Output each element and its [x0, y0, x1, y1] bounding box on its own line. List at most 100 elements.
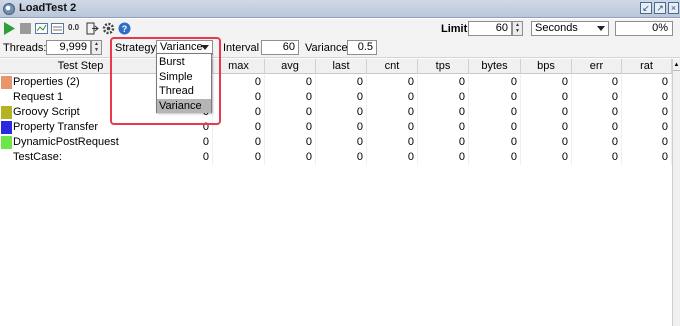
test-step-name: Request 1	[13, 91, 64, 103]
table-cell: 0	[572, 120, 622, 135]
table-cell: 0	[367, 120, 418, 135]
strategy-label: Strategy	[115, 42, 156, 54]
options-icon[interactable]	[102, 22, 115, 35]
variance-input[interactable]: 0.5	[347, 40, 377, 55]
strategy-dropdown-list: Burst Simple Thread Variance	[156, 53, 212, 113]
limit-unit-select[interactable]: Seconds	[531, 21, 609, 36]
table-cell: 0	[622, 120, 672, 135]
scroll-up-icon[interactable]: ▲	[673, 59, 680, 71]
strategy-value: Variance	[160, 41, 203, 53]
column-header[interactable]: avg	[265, 59, 316, 74]
table-row[interactable]: DynamicPostRequest 0 0 0 0 0 0 0 0 0 0	[0, 135, 672, 150]
table-cell: 0	[572, 105, 622, 120]
table-cell: 0	[316, 75, 367, 90]
series-color-swatch	[1, 76, 12, 89]
export-icon[interactable]	[86, 22, 99, 35]
table-cell: 0	[572, 135, 622, 150]
interval-label: Interval	[223, 42, 260, 54]
restore-icon[interactable]: ↙	[640, 2, 652, 14]
column-header[interactable]: rat	[622, 59, 672, 74]
table-row[interactable]: Request 10000000000	[0, 90, 672, 105]
table-cell: 0	[572, 150, 622, 165]
strategy-option[interactable]: Burst	[157, 55, 211, 69]
strategy-option[interactable]: Simple	[157, 70, 211, 84]
column-header[interactable]: bytes	[469, 59, 521, 74]
table-cell: 0	[418, 75, 469, 90]
table-cell: 0	[162, 120, 213, 135]
table-cell: 0	[418, 150, 469, 165]
table-cell: 0	[265, 90, 316, 105]
table-cell: 0	[622, 105, 672, 120]
strategy-option[interactable]: Variance	[157, 98, 211, 113]
table-cell: 0	[265, 150, 316, 165]
table-cell: 0	[622, 135, 672, 150]
close-icon[interactable]: ×	[668, 2, 679, 14]
zero-icon[interactable]: 0.0	[68, 23, 79, 32]
graph-icon[interactable]	[51, 22, 64, 35]
table-cell: 0	[469, 105, 521, 120]
table-cell: 0	[265, 135, 316, 150]
table-cell: 0	[469, 90, 521, 105]
table-cell: 0	[213, 135, 265, 150]
column-header[interactable]: max	[213, 59, 265, 74]
column-header[interactable]: tps	[418, 59, 469, 74]
column-header[interactable]: bps	[521, 59, 572, 74]
table-cell: 0	[316, 90, 367, 105]
table-cell: 0	[469, 120, 521, 135]
limit-input[interactable]: 60	[468, 21, 512, 36]
column-header[interactable]: Test Step	[0, 59, 162, 74]
help-icon[interactable]: ?	[118, 22, 131, 35]
maximize-icon[interactable]: ↗	[654, 2, 666, 14]
test-step-name: Property Transfer	[13, 121, 98, 133]
chevron-down-icon	[597, 26, 605, 31]
run-icon[interactable]	[3, 22, 16, 35]
table-cell: 0	[521, 135, 572, 150]
column-header[interactable]: err	[572, 59, 622, 74]
table-row[interactable]: TestCase: 0 0 0 0 0 0 0 0 0 0	[0, 150, 672, 165]
test-step-name: DynamicPostRequest	[13, 136, 119, 148]
table-cell: 0	[213, 75, 265, 90]
strategy-option[interactable]: Thread	[157, 84, 211, 98]
table-cell: 0	[316, 105, 367, 120]
column-header[interactable]: last	[316, 59, 367, 74]
table-cell: 0	[213, 120, 265, 135]
table-row[interactable]: Property Transfer 0 0 0 0 0 0 0 0 0 0	[0, 120, 672, 135]
series-color-swatch	[1, 136, 12, 149]
statistics-icon[interactable]	[35, 22, 48, 35]
table-cell: 0	[622, 150, 672, 165]
series-color-swatch	[1, 121, 12, 134]
limit-unit-value: Seconds	[535, 22, 578, 34]
column-header[interactable]: cnt	[367, 59, 418, 74]
table-cell: 0	[418, 120, 469, 135]
table-cell: 0	[521, 120, 572, 135]
table-row[interactable]: Groovy Script0000000000	[0, 105, 672, 120]
table-cell: 0	[622, 90, 672, 105]
table-cell: 0	[469, 150, 521, 165]
table-cell: 0	[572, 90, 622, 105]
table-cell: 0	[367, 75, 418, 90]
series-color-swatch	[1, 106, 12, 119]
limit-stepper[interactable]: ▲ ▼	[512, 21, 523, 36]
svg-text:?: ?	[122, 24, 128, 34]
table-cell: 0	[521, 75, 572, 90]
vertical-scrollbar[interactable]: ▲	[672, 59, 680, 326]
chevron-down-icon	[201, 45, 209, 50]
table-row[interactable]: Properties (2)0000000000	[0, 75, 672, 90]
threads-input[interactable]: 9,999	[46, 40, 91, 55]
table-cell: 0	[316, 150, 367, 165]
threads-stepper[interactable]: ▲ ▼	[91, 40, 102, 55]
table-cell: 0	[521, 90, 572, 105]
interval-input[interactable]: 60	[261, 40, 299, 55]
table-cell: 0	[418, 90, 469, 105]
table-cell: 0	[213, 90, 265, 105]
table-cell: 0	[316, 135, 367, 150]
table-cell: 0	[367, 150, 418, 165]
stop-icon[interactable]	[19, 22, 32, 35]
app-icon	[3, 3, 15, 15]
variance-label: Variance	[305, 42, 348, 54]
table-cell: 0	[622, 75, 672, 90]
test-step-name: TestCase:	[13, 151, 62, 163]
table-cell: 0	[265, 75, 316, 90]
title-bar: LoadTest 2 ↙ ↗ ×	[0, 0, 680, 18]
table-cell: 0	[418, 135, 469, 150]
